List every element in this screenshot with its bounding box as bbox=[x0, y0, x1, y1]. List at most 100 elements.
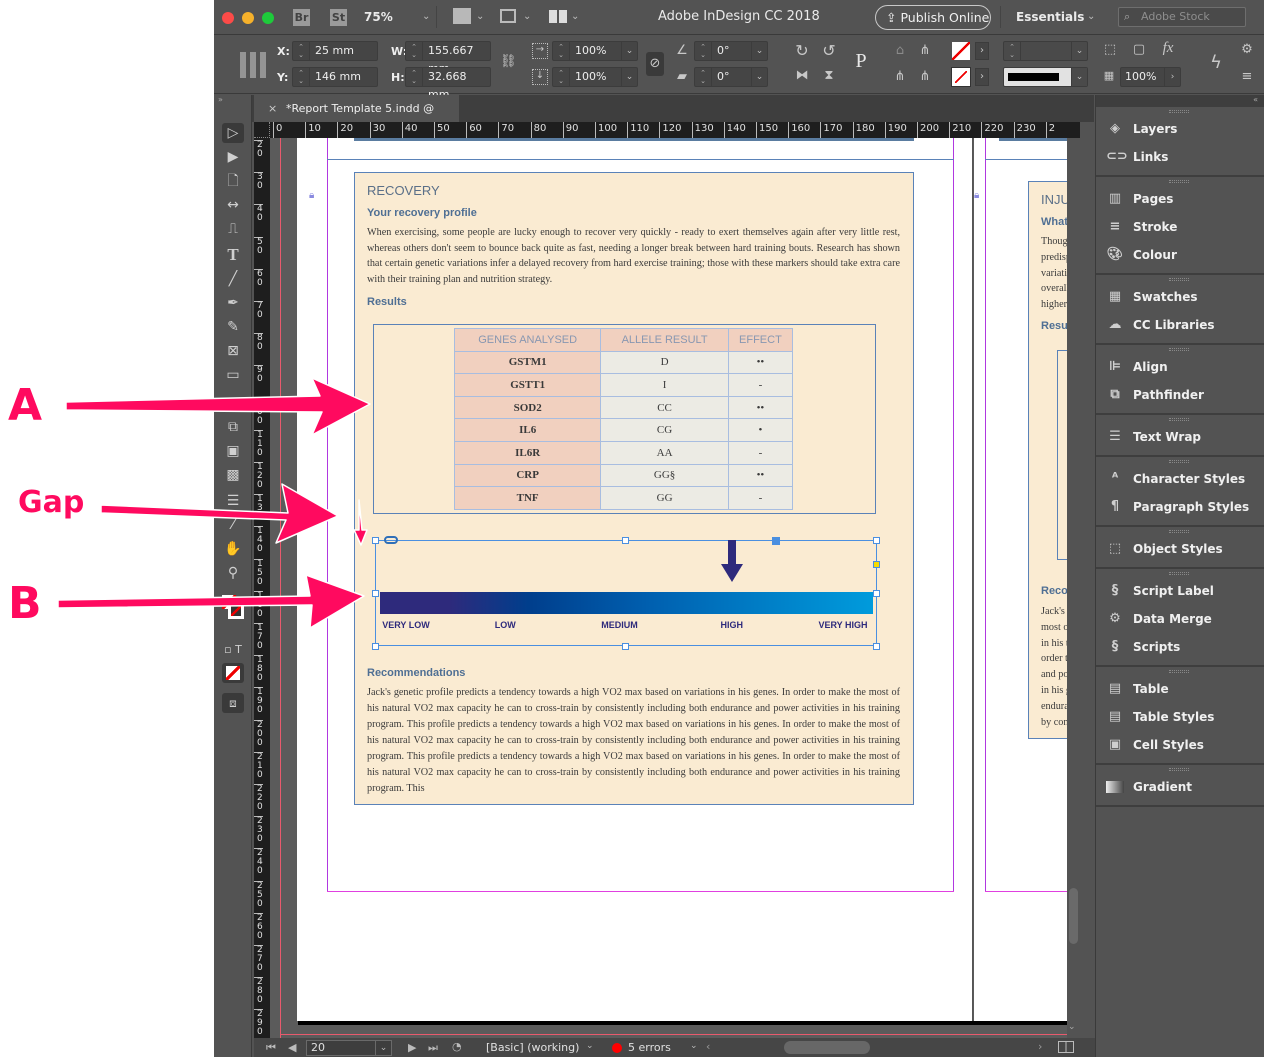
rotate-clockwise-icon[interactable]: ↻ bbox=[793, 41, 811, 60]
panel-group-grip[interactable] bbox=[1169, 768, 1189, 771]
ruler-origin[interactable] bbox=[254, 122, 270, 138]
y-position-field[interactable]: ⌃ ⌄ 146 mm bbox=[292, 67, 378, 87]
panel-pages[interactable]: ▥ Pages bbox=[1096, 186, 1264, 212]
previous-page-icon[interactable]: ◀ bbox=[288, 1041, 296, 1054]
publish-online-button[interactable]: ⇪ Publish Online bbox=[875, 5, 991, 30]
panel-links[interactable]: ⊂⊃ Links bbox=[1096, 144, 1264, 170]
scale-y-field[interactable]: ⌃ ⌄ 100% ⌄ bbox=[552, 67, 638, 87]
screen-mode-tool-icon[interactable]: ⧈ bbox=[222, 693, 244, 713]
free-transform-tool-icon[interactable]: ⧉ bbox=[222, 417, 244, 437]
panel-group-grip[interactable] bbox=[1169, 572, 1189, 575]
corner-options-icon[interactable]: ⬚ bbox=[1102, 42, 1118, 57]
opacity-field[interactable]: 100% › bbox=[1120, 67, 1181, 87]
link-badge-icon[interactable] bbox=[384, 536, 398, 544]
scissors-tool-icon[interactable]: ✂ bbox=[222, 393, 244, 413]
panel-cc-libraries[interactable]: ☁ CC Libraries bbox=[1096, 312, 1264, 338]
width-field[interactable]: ⌃⌄155.667 mm bbox=[405, 41, 491, 75]
direction-p-icon[interactable]: P bbox=[850, 50, 872, 73]
profile-dropdown-icon[interactable]: ⌄ bbox=[586, 1041, 594, 1051]
panel-data-merge[interactable]: ⚙ Data Merge bbox=[1096, 606, 1264, 632]
note-tool-icon[interactable]: ☰ bbox=[222, 491, 244, 511]
scale-x-field[interactable]: ⌃ ⌄ 100% ⌄ bbox=[552, 41, 638, 61]
view-options-icon[interactable] bbox=[453, 8, 471, 24]
resize-handle[interactable] bbox=[372, 590, 379, 597]
workspace-dropdown-icon[interactable]: ⌄ bbox=[1087, 11, 1095, 22]
resize-handle[interactable] bbox=[372, 643, 379, 650]
document-tab[interactable]: × *Report Template 5.indd @ 75% bbox=[254, 95, 459, 142]
eyedropper-tool-icon[interactable]: ⁄ bbox=[222, 515, 244, 535]
constrain-proportions-icon[interactable]: ⛓ bbox=[500, 54, 517, 69]
panel-table[interactable]: ▤ Table bbox=[1096, 676, 1264, 702]
rotation-field[interactable]: ⌃ ⌄ 0° ⌄ bbox=[694, 41, 768, 61]
type-tool-icon[interactable]: T bbox=[222, 245, 244, 265]
view-options-dropdown-icon[interactable]: ⌄ bbox=[476, 11, 484, 22]
close-tab-icon[interactable]: × bbox=[268, 95, 277, 122]
resize-handle[interactable] bbox=[372, 537, 379, 544]
rectangle-frame-tool-icon[interactable]: ⊠ bbox=[222, 341, 244, 361]
gradient-feather-tool-icon[interactable]: ▩ bbox=[222, 465, 244, 485]
collapse-dock-icon[interactable]: « bbox=[1096, 95, 1264, 107]
vertical-ruler[interactable]: 20 30 40 50 60 70 80 90 100 110 120 130 140 150 160 170… bbox=[254, 138, 270, 1038]
scroll-down-icon[interactable]: ⌄ bbox=[1068, 1022, 1076, 1032]
horizontal-scroll-thumb[interactable] bbox=[784, 1041, 870, 1054]
resize-handle[interactable] bbox=[873, 643, 880, 650]
panel-colour[interactable]: 🎨︎ Colour bbox=[1096, 242, 1264, 268]
height-field[interactable]: ⌃⌄32.668 mm bbox=[405, 67, 491, 101]
panel-script-label[interactable]: § Script Label bbox=[1096, 578, 1264, 604]
screen-mode-icon[interactable] bbox=[500, 9, 516, 23]
select-previous-icon[interactable]: ⋔ bbox=[917, 43, 933, 58]
minimize-window-button[interactable] bbox=[242, 12, 254, 24]
recovery-panel[interactable]: RECOVERY Your recovery profile When exer… bbox=[354, 172, 914, 805]
maximize-window-button[interactable] bbox=[262, 12, 274, 24]
close-window-button[interactable] bbox=[222, 12, 234, 24]
arrange-documents-icon[interactable] bbox=[549, 10, 567, 23]
panel-object-styles[interactable]: ⬚ Object Styles bbox=[1096, 536, 1264, 562]
stroke-weight-field[interactable]: ⌃ ⌄ ⌄ bbox=[1003, 41, 1088, 61]
line-tool-icon[interactable]: ╱ bbox=[222, 269, 244, 289]
panel-table-styles[interactable]: ▤ Table Styles bbox=[1096, 704, 1264, 730]
panel-character-styles[interactable]: ᴬ Character Styles bbox=[1096, 466, 1264, 492]
effects-fx-icon[interactable]: fx bbox=[1158, 40, 1178, 57]
panel-group-grip[interactable] bbox=[1169, 110, 1189, 113]
adobe-stock-search[interactable]: ⌕ Adobe Stock bbox=[1118, 7, 1246, 27]
panel-text-wrap[interactable]: ☰ Text Wrap bbox=[1096, 424, 1264, 450]
stroke-swatch-none-icon[interactable] bbox=[951, 67, 971, 87]
pen-tool-icon[interactable]: ✒ bbox=[222, 293, 244, 313]
zoom-tool-icon[interactable]: ⚲ bbox=[222, 563, 244, 583]
quick-apply-icon[interactable]: ϟ bbox=[1209, 52, 1223, 73]
fill-swatch-none-icon[interactable] bbox=[952, 42, 970, 60]
fill-menu-button[interactable]: › bbox=[975, 42, 989, 60]
panel-group-grip[interactable] bbox=[1169, 180, 1189, 183]
content-collector-icon[interactable]: ⎍ bbox=[222, 219, 244, 239]
next-page-icon[interactable]: ▶ bbox=[408, 1041, 416, 1054]
screen-mode-dropdown-icon[interactable]: ⌄ bbox=[523, 11, 531, 22]
resize-handle[interactable] bbox=[873, 590, 880, 597]
x-position-field[interactable]: ⌃ ⌄ 25 mm bbox=[292, 41, 378, 61]
arrange-dropdown-icon[interactable]: ⌄ bbox=[571, 11, 579, 22]
panel-group-grip[interactable] bbox=[1169, 670, 1189, 673]
stroke-type-dropdown[interactable]: ⌄ bbox=[1003, 67, 1088, 87]
panel-group-grip[interactable] bbox=[1169, 418, 1189, 421]
page-number-field[interactable]: 20 ⌄ bbox=[306, 1040, 392, 1056]
preflight-errors[interactable]: 5 errors bbox=[628, 1041, 671, 1054]
shear-field[interactable]: ⌃ ⌄ 0° ⌄ bbox=[694, 67, 768, 87]
zoom-dropdown-icon[interactable]: ⌄ bbox=[422, 11, 430, 22]
panel-swatches[interactable]: ▦ Swatches bbox=[1096, 284, 1264, 310]
first-page-icon[interactable]: ⏮ bbox=[266, 1041, 276, 1055]
settings-gear-icon[interactable]: ⚙ bbox=[1240, 42, 1254, 57]
left-page[interactable]: 🔒︎ RECOVERY Your recovery profile When e… bbox=[297, 138, 973, 1021]
select-next-icon[interactable]: ⋔ bbox=[917, 69, 933, 84]
split-window-icon[interactable] bbox=[1058, 1041, 1074, 1053]
panel-group-grip[interactable] bbox=[1169, 278, 1189, 281]
horizontal-ruler[interactable]: 0010203040506070809010011012013014015016… bbox=[254, 122, 1080, 138]
formatting-container-icon[interactable]: ▫ T bbox=[222, 640, 244, 660]
resize-handle[interactable] bbox=[873, 537, 880, 544]
panel-stroke[interactable]: ≡ Stroke bbox=[1096, 214, 1264, 240]
gap-tool-icon[interactable]: ↔ bbox=[222, 195, 244, 215]
panel-scripts[interactable]: § Scripts bbox=[1096, 634, 1264, 660]
constrain-scale-icon[interactable]: ⊘ bbox=[646, 52, 664, 76]
flip-vertical-icon[interactable]: ⧗ bbox=[820, 68, 838, 83]
panel-cell-styles[interactable]: ▣ Cell Styles bbox=[1096, 732, 1264, 758]
live-corner-handle[interactable] bbox=[873, 561, 880, 568]
stock-button[interactable]: St bbox=[330, 9, 347, 26]
